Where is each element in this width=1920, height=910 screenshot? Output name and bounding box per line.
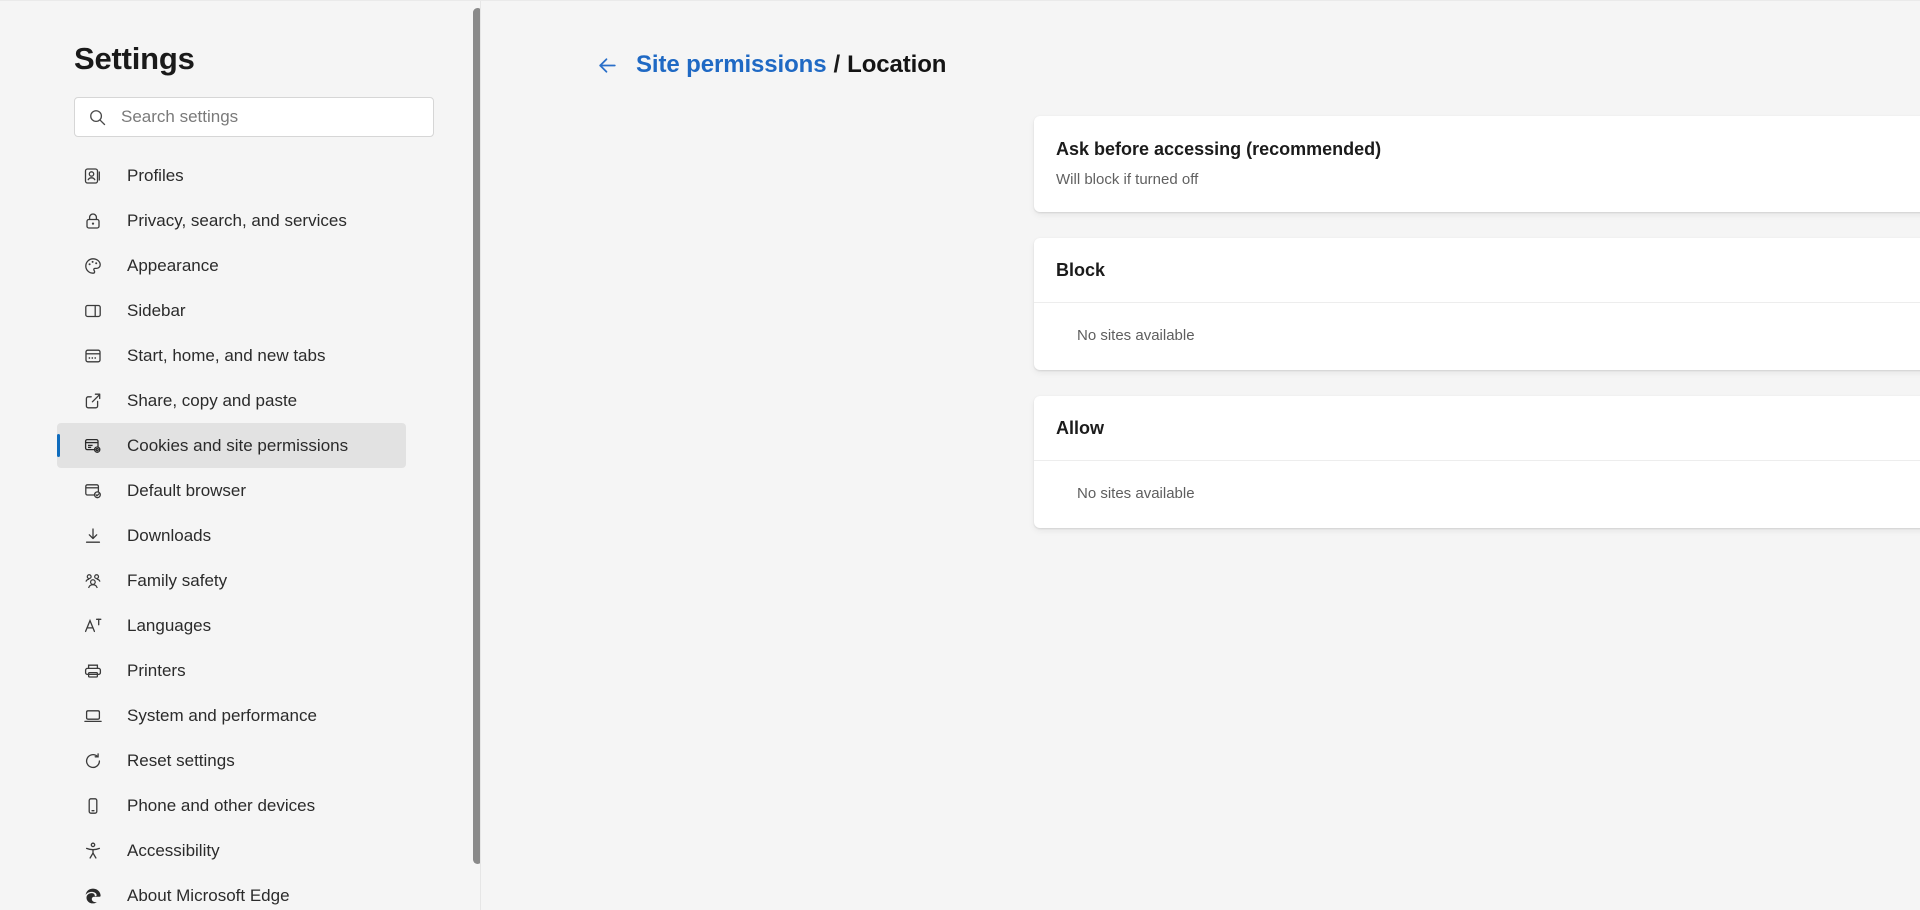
printer-icon	[82, 660, 104, 682]
ask-before-accessing-title: Ask before accessing (recommended)	[1056, 139, 1382, 159]
sidebar-item-appearance[interactable]: Appearance	[57, 243, 406, 288]
settings-sidebar: Settings Profi	[0, 1, 480, 910]
ask-before-accessing-subtitle: Will block if turned off	[1056, 171, 1199, 188]
lock-icon	[82, 210, 104, 232]
sidebar-item-share-copy-and-paste[interactable]: Share, copy and paste	[57, 378, 406, 423]
sidebar-item-cookies-and-site-permissions[interactable]: Cookies and site permissions	[57, 423, 406, 468]
sidebar-item-label: Sidebar	[127, 301, 186, 320]
profiles-icon	[82, 165, 104, 187]
sidebar-item-languages[interactable]: Languages	[57, 603, 406, 648]
arrow-left-icon[interactable]	[594, 52, 620, 78]
sidebar-item-label: Start, home, and new tabs	[127, 346, 326, 365]
breadcrumb-current: Location	[847, 51, 947, 78]
phone-icon	[82, 795, 104, 817]
accessibility-icon	[82, 840, 104, 862]
cookies-gear-icon	[82, 435, 104, 457]
edge-icon	[82, 885, 104, 907]
languages-icon	[82, 615, 104, 637]
sidebar-item-default-browser[interactable]: Default browser	[57, 468, 406, 513]
sidebar-item-label: Languages	[127, 616, 212, 635]
sidebar-item-label: Privacy, search, and services	[127, 211, 347, 230]
family-icon	[82, 570, 104, 592]
allow-list-card: Allow No sites available	[1034, 396, 1920, 528]
sidebar-item-phone-and-other-devices[interactable]: Phone and other devices	[57, 783, 406, 828]
download-icon	[82, 525, 104, 547]
ask-before-accessing-text: Ask before accessing (recommended) Will …	[1056, 139, 1381, 188]
sidebar-item-privacy-search-and-services[interactable]: Privacy, search, and services	[57, 198, 406, 243]
sidebar-item-downloads[interactable]: Downloads	[57, 513, 406, 558]
search-input[interactable]	[121, 107, 421, 127]
sidebar-item-start-home-and-new-tabs[interactable]: Start, home, and new tabs	[57, 333, 406, 378]
laptop-icon	[82, 705, 104, 727]
palette-icon	[82, 255, 104, 277]
breadcrumb: Site permissions / Location	[594, 48, 1920, 82]
sidebar-item-label: Appearance	[127, 256, 219, 275]
sidebar-item-label: Share, copy and paste	[127, 391, 298, 410]
share-icon	[82, 390, 104, 412]
allow-empty-message: No sites available	[1077, 485, 1195, 502]
sidebar-item-sidebar[interactable]: Sidebar	[57, 288, 406, 333]
sidebar-item-label: About Microsoft Edge	[127, 886, 290, 905]
sidebar-item-label: Reset settings	[127, 751, 235, 770]
sidebar-item-system-and-performance[interactable]: System and performance	[57, 693, 406, 738]
sidebar-icon	[82, 300, 104, 322]
block-empty-message: No sites available	[1077, 327, 1195, 344]
sidebar-item-label: Accessibility	[127, 841, 220, 860]
sidebar-item-label: Cookies and site permissions	[127, 436, 349, 455]
sidebar-item-label: System and performance	[127, 706, 317, 725]
search-icon	[87, 107, 107, 127]
sidebar-item-reset-settings[interactable]: Reset settings	[57, 738, 406, 783]
sidebar-item-accessibility[interactable]: Accessibility	[57, 828, 406, 873]
ask-before-accessing-row: Ask before accessing (recommended) Will …	[1034, 116, 1920, 212]
page-title: Settings	[74, 41, 195, 76]
sidebar-item-label: Printers	[127, 661, 186, 680]
settings-scrollbar[interactable]	[470, 1, 480, 910]
sidebar-item-printers[interactable]: Printers	[57, 648, 406, 693]
settings-window: Settings Profi	[0, 0, 1920, 910]
block-list-card: Block No sites available	[1034, 238, 1920, 370]
ask-before-accessing-card: Ask before accessing (recommended) Will …	[1034, 116, 1920, 212]
breadcrumb-separator: /	[833, 51, 841, 78]
sidebar-item-label: Phone and other devices	[127, 796, 316, 815]
allow-section-header: Allow	[1034, 396, 1920, 461]
reset-icon	[82, 750, 104, 772]
default-browser-icon	[82, 480, 104, 502]
sidebar-item-family-safety[interactable]: Family safety	[57, 558, 406, 603]
settings-nav-list: Profiles Privacy, search, and services A…	[0, 153, 480, 910]
sidebar-item-profiles[interactable]: Profiles	[57, 153, 406, 198]
sidebar-item-label: Downloads	[127, 526, 212, 545]
breadcrumb-parent-link[interactable]: Site permissions	[636, 51, 827, 79]
search-settings-box[interactable]	[74, 97, 434, 137]
window-icon	[82, 345, 104, 367]
sidebar-item-label: Profiles	[127, 166, 184, 185]
sidebar-item-label: Family safety	[127, 571, 228, 590]
sidebar-item-about-microsoft-edge[interactable]: About Microsoft Edge	[57, 873, 406, 910]
scrollbar-thumb[interactable]	[473, 8, 480, 864]
main-content: Site permissions / Location Ask before a…	[480, 1, 1920, 910]
block-section-header: Block	[1034, 238, 1920, 303]
sidebar-item-label: Default browser	[127, 481, 247, 500]
